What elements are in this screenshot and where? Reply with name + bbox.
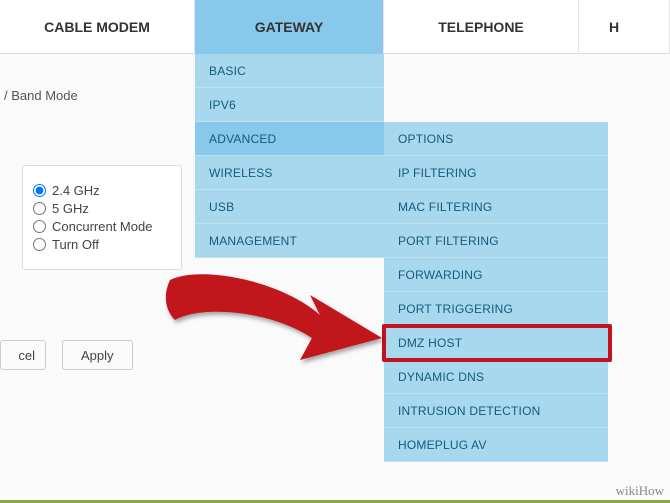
apply-button[interactable]: Apply [62,340,133,370]
tab-partial[interactable]: H [579,0,670,54]
submenu-item-options[interactable]: OPTIONS [384,122,608,156]
cancel-button[interactable]: cel [0,340,46,370]
menu-item-wireless[interactable]: WIRELESS [195,156,384,190]
submenu-item-intrusion-detection[interactable]: INTRUSION DETECTION [384,394,608,428]
menu-item-ipv6[interactable]: IPV6 [195,88,384,122]
radio-turn-off[interactable]: Turn Off [33,237,171,252]
radio-turn-off-label: Turn Off [52,237,99,252]
gateway-menu: BASIC IPV6 ADVANCED WIRELESS USB MANAGEM… [195,54,384,258]
tab-cable-modem[interactable]: CABLE MODEM [0,0,195,54]
menu-item-usb[interactable]: USB [195,190,384,224]
top-nav: CABLE MODEM GATEWAY TELEPHONE H [0,0,670,54]
submenu-item-port-filtering[interactable]: PORT FILTERING [384,224,608,258]
radio-5ghz[interactable]: 5 GHz [33,201,171,216]
menu-item-advanced[interactable]: ADVANCED [195,122,384,156]
radio-turn-off-input[interactable] [33,238,46,251]
submenu-item-forwarding[interactable]: FORWARDING [384,258,608,292]
tab-telephone[interactable]: TELEPHONE [384,0,579,54]
advanced-submenu: OPTIONS IP FILTERING MAC FILTERING PORT … [384,122,608,462]
radio-2-4ghz-input[interactable] [33,184,46,197]
radio-concurrent[interactable]: Concurrent Mode [33,219,171,234]
watermark: wikiHow [616,483,664,499]
submenu-item-dynamic-dns[interactable]: DYNAMIC DNS [384,360,608,394]
menu-item-basic[interactable]: BASIC [195,54,384,88]
radio-2-4ghz-label: 2.4 GHz [52,183,100,198]
radio-5ghz-input[interactable] [33,202,46,215]
radio-concurrent-label: Concurrent Mode [52,219,152,234]
button-row: cel Apply [0,340,133,370]
submenu-item-dmz-host[interactable]: DMZ HOST [384,326,608,360]
tab-gateway[interactable]: GATEWAY [195,0,384,54]
arrow-icon [160,260,390,380]
breadcrumb-band-mode: / Band Mode [0,88,78,103]
submenu-item-mac-filtering[interactable]: MAC FILTERING [384,190,608,224]
submenu-item-ip-filtering[interactable]: IP FILTERING [384,156,608,190]
radio-5ghz-label: 5 GHz [52,201,89,216]
menu-item-management[interactable]: MANAGEMENT [195,224,384,258]
submenu-item-port-triggering[interactable]: PORT TRIGGERING [384,292,608,326]
submenu-item-homeplug-av[interactable]: HOMEPLUG AV [384,428,608,462]
radio-2-4ghz[interactable]: 2.4 GHz [33,183,171,198]
band-mode-panel: 2.4 GHz 5 GHz Concurrent Mode Turn Off [22,165,182,270]
radio-concurrent-input[interactable] [33,220,46,233]
